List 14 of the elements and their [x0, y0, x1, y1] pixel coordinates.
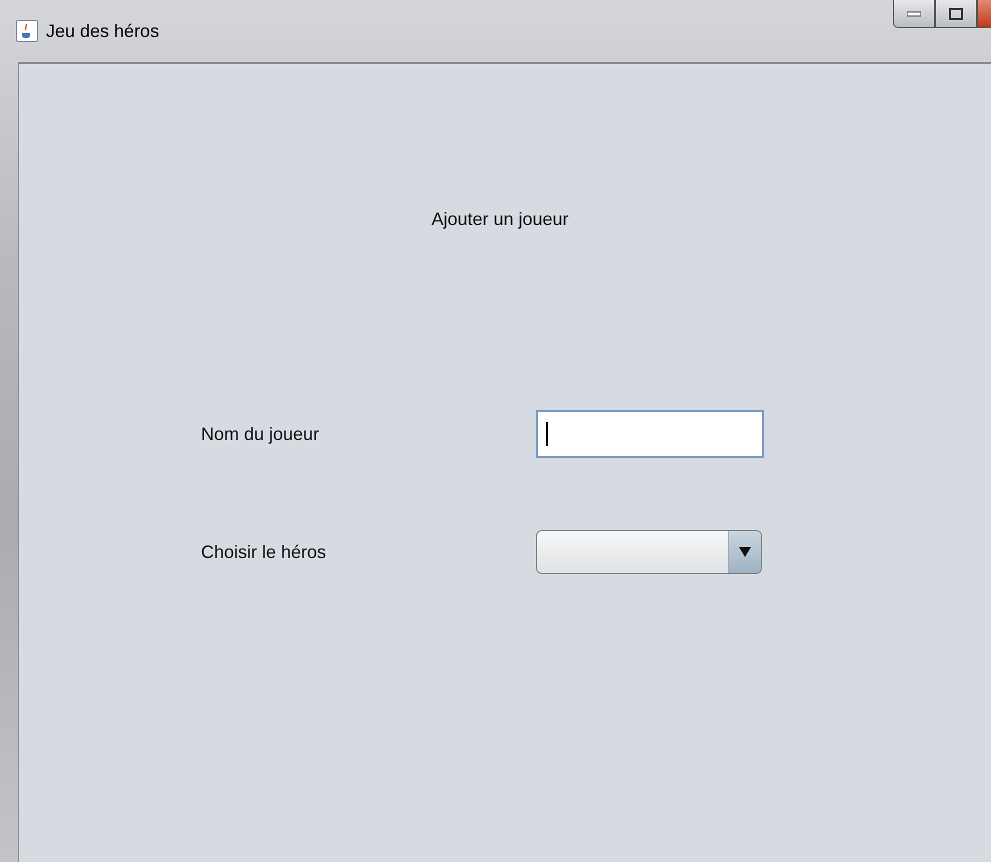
minimize-icon — [907, 10, 921, 16]
dropdown-arrow-icon — [739, 547, 751, 557]
field-label: Choisir le héros — [201, 542, 328, 562]
maximize-icon — [949, 8, 963, 20]
field-label: Nom du joueur — [201, 424, 320, 444]
name-input-field[interactable] — [536, 410, 764, 458]
text-cursor — [546, 422, 548, 446]
coffee-cup-icon — [16, 20, 38, 42]
minimize-button[interactable] — [893, 0, 935, 28]
close-button[interactable] — [977, 0, 991, 28]
window-title: Jeu des héros — [46, 20, 160, 42]
hero-dropdown[interactable] — [536, 530, 762, 574]
maximize-button[interactable] — [935, 0, 977, 28]
form-heading: Ajouter un joueur — [431, 209, 569, 230]
